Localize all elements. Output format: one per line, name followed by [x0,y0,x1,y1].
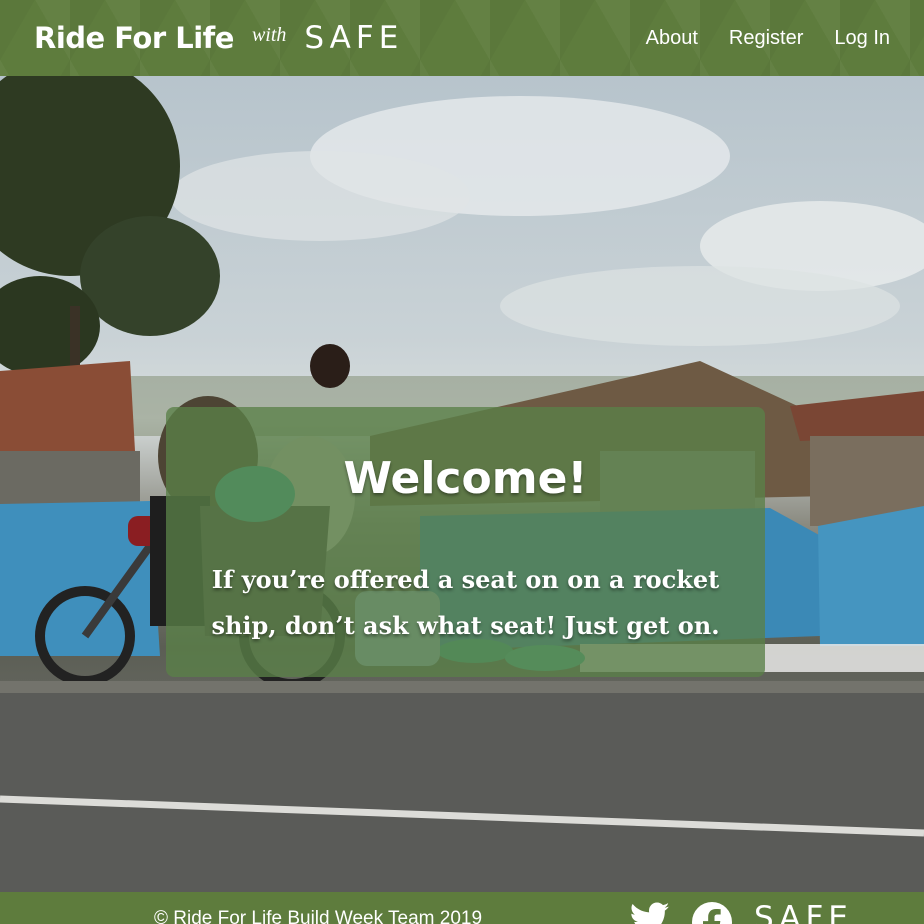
footer-safe-logo: SAFE [754,900,853,924]
site-footer: © Ride For Life Build Week Team 2019 SAF… [0,892,924,924]
welcome-quote: If you’re offered a seat on on a rocket … [211,565,720,640]
hero-image: Welcome! If you’re offered a seat on on … [0,76,924,892]
nav-about-link[interactable]: About [646,27,698,50]
welcome-title: Welcome! [343,453,588,504]
brand-title: Ride For Life [34,21,234,55]
welcome-card: Welcome! If you’re offered a seat on on … [166,407,765,677]
site-header: Ride For Life with SAFE About Register L… [0,0,924,76]
nav-login-link[interactable]: Log In [834,27,890,50]
footer-social: SAFE [630,900,853,924]
nav-register-link[interactable]: Register [729,27,803,50]
facebook-icon[interactable] [692,902,732,924]
brand-with: with [251,23,287,46]
main-nav: About Register Log In [646,27,890,50]
footer-copyright: © Ride For Life Build Week Team 2019 [154,908,483,924]
twitter-icon[interactable] [630,902,670,924]
safe-logo: SAFE [304,20,404,56]
brand[interactable]: Ride For Life with SAFE [34,20,403,56]
